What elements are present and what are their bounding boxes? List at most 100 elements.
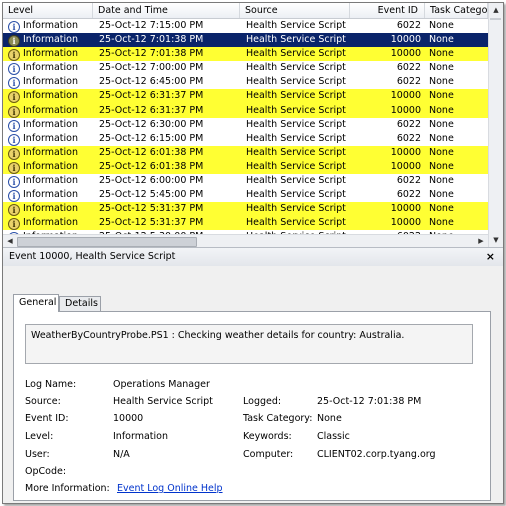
general-panel: WeatherByCountryProbe.PS1 : Checking wea… — [13, 311, 491, 501]
row-level-text: Information — [23, 132, 78, 144]
row-date-cell: 25-Oct-12 5:31:37 PM — [99, 203, 204, 215]
row-task-category-cell: None — [429, 189, 454, 201]
row-event-id-cell: 10000 — [390, 90, 421, 102]
information-icon: i — [8, 133, 20, 146]
horizontal-scroll-thumb[interactable] — [17, 237, 197, 247]
row-date-cell: 25-Oct-12 5:45:00 PM — [99, 189, 204, 201]
row-level-cell: iInformation — [8, 118, 92, 132]
table-row[interactable]: i Information 25-Oct-12 6:45:00 PM Health S… — [3, 75, 488, 90]
information-icon: i — [8, 147, 20, 160]
column-header-level[interactable]: Level — [3, 3, 93, 18]
row-level-cell: iInformation — [8, 47, 92, 62]
level-value: Information — [113, 431, 168, 442]
task-category-label: Task Category: — [243, 413, 313, 424]
column-header-date[interactable]: Date and Time — [93, 3, 240, 18]
vertical-scroll-thumb[interactable] — [490, 18, 501, 20]
row-task-category-cell: None — [429, 104, 454, 116]
row-level-cell: iInformation — [8, 146, 92, 160]
table-row[interactable]: i Information 25-Oct-12 5:45:00 PM Health S… — [3, 188, 488, 203]
row-task-category-cell: None — [429, 175, 454, 187]
column-header-task-category[interactable]: Task Category — [425, 3, 488, 18]
scroll-up-icon[interactable]: ▲ — [489, 3, 503, 17]
level-label: Level: — [25, 431, 54, 442]
table-row[interactable]: i Information 25-Oct-12 5:31:37 PM Health S… — [3, 216, 488, 231]
row-level-text: Information — [23, 34, 78, 46]
scroll-right-icon[interactable]: ▶ — [475, 235, 487, 247]
close-icon[interactable]: × — [486, 248, 495, 266]
row-date-cell: 25-Oct-12 7:00:00 PM — [99, 62, 204, 74]
row-level-text: Information — [23, 175, 78, 187]
more-information-label: More Information: — [25, 483, 110, 494]
table-row[interactable]: i Information 25-Oct-12 6:01:38 PM Health S… — [3, 145, 488, 160]
table-row[interactable]: i Information 25-Oct-12 6:30:00 PM Health S… — [3, 118, 488, 132]
log-name-value: Operations Manager — [113, 379, 210, 390]
table-row[interactable]: i Information 25-Oct-12 7:01:38 PM Health S… — [3, 33, 488, 48]
row-level-text: Information — [23, 76, 78, 88]
row-date-cell: 25-Oct-12 6:00:00 PM — [99, 175, 204, 187]
information-icon: i — [8, 91, 20, 104]
tab-general[interactable]: General — [13, 294, 59, 312]
row-level-cell: iInformation — [8, 132, 92, 146]
row-level-cell: iInformation — [8, 89, 92, 104]
horizontal-scrollbar[interactable]: ◀ ▶ — [3, 234, 488, 247]
row-level-text: Information — [23, 118, 78, 130]
opcode-label: OpCode: — [25, 466, 67, 477]
row-event-id-cell: 10000 — [390, 34, 421, 46]
row-level-text: Information — [23, 90, 78, 102]
row-level-cell: iInformation — [8, 19, 92, 33]
row-task-category-cell: None — [429, 217, 454, 229]
scroll-down-icon[interactable]: ▼ — [489, 233, 503, 247]
logged-value: 25-Oct-12 7:01:38 PM — [317, 396, 422, 407]
row-event-id-cell: 6022 — [396, 118, 421, 130]
event-list-header: Level Date and Time Source Event ID Task… — [3, 3, 488, 19]
row-level-cell: iInformation — [8, 216, 92, 231]
table-row[interactable]: i Information 25-Oct-12 7:01:38 PM Health S… — [3, 47, 488, 62]
event-viewer-window: Level Date and Time Source Event ID Task… — [2, 2, 504, 504]
vertical-scrollbar[interactable]: ▲ ▼ — [488, 3, 503, 247]
row-date-cell: 25-Oct-12 7:15:00 PM — [99, 20, 204, 31]
source-value: Health Service Script — [113, 396, 213, 407]
row-date-cell: 25-Oct-12 6:01:38 PM — [99, 146, 204, 158]
row-task-category-cell: None — [429, 76, 454, 88]
table-row[interactable]: i Information 25-Oct-12 6:31:37 PM Health S… — [3, 89, 488, 104]
information-icon: i — [8, 119, 20, 132]
information-icon: i — [8, 21, 20, 33]
row-level-text: Information — [23, 217, 78, 229]
event-message[interactable]: WeatherByCountryProbe.PS1 : Checking wea… — [25, 324, 473, 364]
detail-pane-title: Event 10000, Health Service Script — [9, 251, 176, 262]
column-header-event-id[interactable]: Event ID — [350, 3, 425, 18]
table-row[interactable]: i Information 25-Oct-12 6:31:37 PM Health S… — [3, 103, 488, 118]
computer-value: CLIENT02.corp.tyang.org — [317, 449, 436, 460]
row-event-id-cell: 6022 — [396, 20, 421, 31]
column-header-source[interactable]: Source — [240, 3, 350, 18]
table-row[interactable]: i Information 25-Oct-12 6:00:00 PM Health S… — [3, 174, 488, 189]
computer-label: Computer: — [243, 449, 294, 460]
row-task-category-cell: None — [429, 34, 454, 46]
row-task-category-cell: None — [429, 62, 454, 74]
row-level-cell: iInformation — [8, 160, 92, 174]
table-row[interactable]: i Information 25-Oct-12 6:15:00 PM Health S… — [3, 132, 488, 146]
information-icon: i — [8, 218, 20, 231]
row-event-id-cell: 10000 — [390, 104, 421, 116]
row-level-cell: iInformation — [8, 202, 92, 217]
scroll-left-icon[interactable]: ◀ — [4, 235, 16, 247]
row-event-id-cell: 10000 — [390, 203, 421, 215]
row-event-id-cell: 6022 — [396, 189, 421, 201]
information-icon: i — [8, 49, 20, 62]
event-log-online-help-link[interactable]: Event Log Online Help — [117, 483, 223, 494]
row-task-category-cell: None — [429, 132, 454, 144]
event-id-label: Event ID: — [25, 413, 69, 424]
row-date-cell: 25-Oct-12 6:15:00 PM — [99, 132, 204, 144]
row-event-id-cell: 10000 — [390, 217, 421, 229]
table-row[interactable]: i Information 25-Oct-12 6:01:38 PM Health S… — [3, 159, 488, 175]
tab-details[interactable]: Details — [59, 296, 101, 311]
row-date-cell: 25-Oct-12 7:01:38 PM — [99, 48, 204, 60]
user-value: N/A — [113, 449, 130, 460]
table-row[interactable]: i Information 25-Oct-12 5:31:37 PM Health S… — [3, 202, 488, 217]
table-row[interactable]: i Information 25-Oct-12 7:15:00 PM Health S… — [3, 19, 488, 33]
row-date-cell: 25-Oct-12 6:01:38 PM — [99, 160, 204, 172]
event-id-value: 10000 — [113, 413, 144, 424]
information-icon: i — [8, 190, 20, 203]
row-level-text: Information — [23, 20, 78, 31]
table-row[interactable]: i Information 25-Oct-12 7:00:00 PM Health S… — [3, 61, 488, 76]
